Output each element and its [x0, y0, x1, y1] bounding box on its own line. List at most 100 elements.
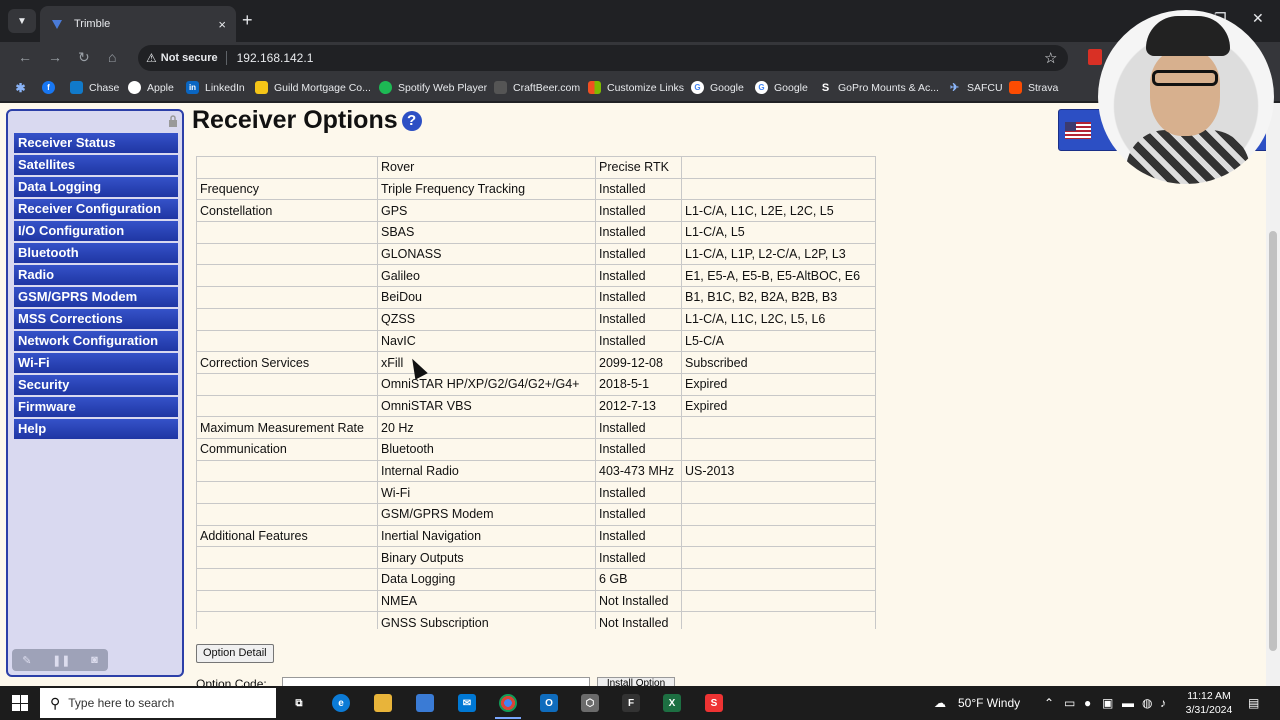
reload-icon[interactable]: ↻: [78, 49, 90, 66]
sidebar-item-satellites[interactable]: Satellites: [14, 155, 178, 175]
apps-icon[interactable]: ✱: [14, 81, 33, 95]
bookmark-safcu[interactable]: ✈ SAFCU: [948, 81, 1003, 95]
bookmark-star-icon[interactable]: ☆: [1044, 49, 1057, 67]
sidebar-item-wi-fi[interactable]: Wi-Fi: [14, 353, 178, 373]
bookmark-strava[interactable]: Strava: [1009, 81, 1058, 94]
table-row: NavIC Installed L5-C/A: [196, 329, 876, 353]
sidebar-item-mss-corrections[interactable]: MSS Corrections: [14, 309, 178, 329]
sidebar-item-io-configuration[interactable]: I/O Configuration: [14, 221, 178, 241]
new-tab-button[interactable]: +: [242, 10, 253, 31]
sidebar-item-firmware[interactable]: Firmware: [14, 397, 178, 417]
bookmark-linkedin[interactable]: in LinkedIn: [186, 81, 245, 94]
windows-start-icon[interactable]: [12, 695, 28, 711]
apple-icon: [128, 81, 141, 94]
not-secure-label[interactable]: Not secure: [161, 52, 218, 64]
sidebar-item-help[interactable]: Help: [14, 419, 178, 439]
notifications-icon[interactable]: ▤: [1248, 696, 1259, 710]
bookmark-craftbeer[interactable]: CraftBeer.com: [494, 81, 580, 94]
sidebar-item-network-configuration[interactable]: Network Configuration: [14, 331, 178, 351]
volume-icon[interactable]: ♪: [1160, 696, 1166, 710]
table-cell: 403-473 MHz: [595, 459, 682, 483]
table-cell: Frequency: [196, 177, 378, 201]
record-icon[interactable]: ◙: [91, 654, 98, 666]
screen-recorder-icon[interactable]: S: [705, 694, 723, 712]
store-icon[interactable]: [416, 694, 434, 712]
table-row: Galileo Installed E1, E5-A, E5-B, E5-AltBO…: [196, 264, 876, 288]
close-window-icon[interactable]: ✕: [1252, 10, 1264, 27]
bookmark-guild-mortgage[interactable]: Guild Mortgage Co...: [255, 81, 371, 94]
sidebar-item-data-logging[interactable]: Data Logging: [14, 177, 178, 197]
app-icon[interactable]: ⬡: [581, 694, 599, 712]
table-cell: Installed: [595, 416, 682, 439]
sidebar-item-gsm-gprs-modem[interactable]: GSM/GPRS Modem: [14, 287, 178, 307]
tray-app-icon[interactable]: ▭: [1064, 696, 1075, 710]
tab-search-button[interactable]: ▼: [8, 9, 36, 33]
bookmark-chase[interactable]: Chase: [70, 81, 119, 94]
table-cell: Not Installed: [595, 611, 682, 629]
microsoft-icon: [588, 81, 601, 94]
option-detail-button[interactable]: Option Detail: [196, 644, 274, 663]
sidebar-item-radio[interactable]: Radio: [14, 265, 178, 285]
forward-icon[interactable]: →: [48, 49, 62, 65]
warning-icon[interactable]: ⚠: [146, 51, 157, 65]
excel-icon[interactable]: X: [663, 694, 681, 712]
table-cell: Installed: [595, 437, 682, 461]
table-cell: Installed: [595, 546, 682, 570]
home-icon[interactable]: ⌂: [108, 49, 116, 65]
url-text[interactable]: 192.168.142.1: [237, 51, 314, 65]
table-row: Additional Features Inertial Navigation In…: [196, 524, 876, 548]
system-clock[interactable]: 11:12 AM 3/31/2024: [1176, 689, 1242, 717]
gopro-icon: S: [821, 81, 830, 94]
sidebar-item-security[interactable]: Security: [14, 375, 178, 395]
bookmark-google-2[interactable]: G Google: [755, 81, 808, 94]
table-cell: Installed: [595, 177, 682, 201]
task-view-icon[interactable]: ⧉: [290, 694, 308, 712]
install-option-button[interactable]: Install Option: [597, 677, 675, 686]
clock-time: 11:12 AM: [1187, 690, 1231, 702]
show-hidden-icons[interactable]: ⌃: [1044, 696, 1054, 710]
chrome-icon[interactable]: [499, 694, 517, 712]
sidebar-item-bluetooth[interactable]: Bluetooth: [14, 243, 178, 263]
camera-icon[interactable]: ▣: [1102, 696, 1113, 710]
bookmark-spotify[interactable]: Spotify Web Player: [379, 81, 487, 94]
close-tab-icon[interactable]: ×: [218, 17, 226, 32]
table-cell: L5-C/A: [681, 329, 876, 353]
sidebar-item-receiver-status[interactable]: Receiver Status: [14, 133, 178, 153]
scrollbar-thumb[interactable]: [1269, 231, 1277, 651]
bookmark-google-1[interactable]: G Google: [691, 81, 744, 94]
taskbar-search[interactable]: ⚲ Type here to search: [40, 688, 276, 718]
help-icon[interactable]: ?: [401, 110, 422, 131]
edge-icon[interactable]: e: [332, 694, 350, 712]
microphone-icon[interactable]: ●: [1084, 696, 1091, 710]
network-icon[interactable]: ◍: [1142, 696, 1152, 710]
table-cell: BeiDou: [377, 286, 596, 309]
table-row: GSM/GPRS Modem Installed: [196, 503, 876, 526]
active-app-indicator: [495, 717, 521, 719]
page-scrollbar[interactable]: [1266, 103, 1280, 686]
edit-icon[interactable]: ✎: [22, 654, 31, 667]
pause-icon[interactable]: ❚❚: [52, 654, 70, 667]
sidebar-item-receiver-configuration[interactable]: Receiver Configuration: [14, 199, 178, 219]
pdf-extension-icon[interactable]: [1088, 49, 1102, 65]
table-cell: [196, 611, 378, 629]
app-f-icon[interactable]: F: [622, 694, 640, 712]
bookmark-facebook[interactable]: f: [42, 81, 61, 94]
bookmark-customize-links[interactable]: Customize Links: [588, 81, 684, 94]
bookmark-apple[interactable]: Apple: [128, 81, 174, 94]
option-code-input[interactable]: [282, 677, 590, 686]
outlook-icon[interactable]: O: [540, 694, 558, 712]
table-cell: Installed: [595, 264, 682, 288]
bookmark-gopro[interactable]: S GoPro Mounts & Ac...: [819, 81, 939, 94]
back-icon[interactable]: ←: [18, 49, 32, 65]
weather-text[interactable]: 50°F Windy: [958, 696, 1020, 710]
weather-icon[interactable]: ☁: [934, 696, 946, 710]
mail-icon[interactable]: ✉: [458, 694, 476, 712]
browser-tab[interactable]: Trimble ×: [40, 6, 236, 42]
webcam-shirt: [1126, 130, 1250, 184]
file-explorer-icon[interactable]: [374, 694, 392, 712]
table-cell: NMEA: [377, 589, 596, 613]
address-bar[interactable]: ⚠ Not secure 192.168.142.1: [138, 45, 1068, 71]
table-cell: Installed: [595, 286, 682, 309]
lock-icon[interactable]: [168, 115, 178, 127]
battery-icon[interactable]: ▬: [1122, 696, 1134, 710]
